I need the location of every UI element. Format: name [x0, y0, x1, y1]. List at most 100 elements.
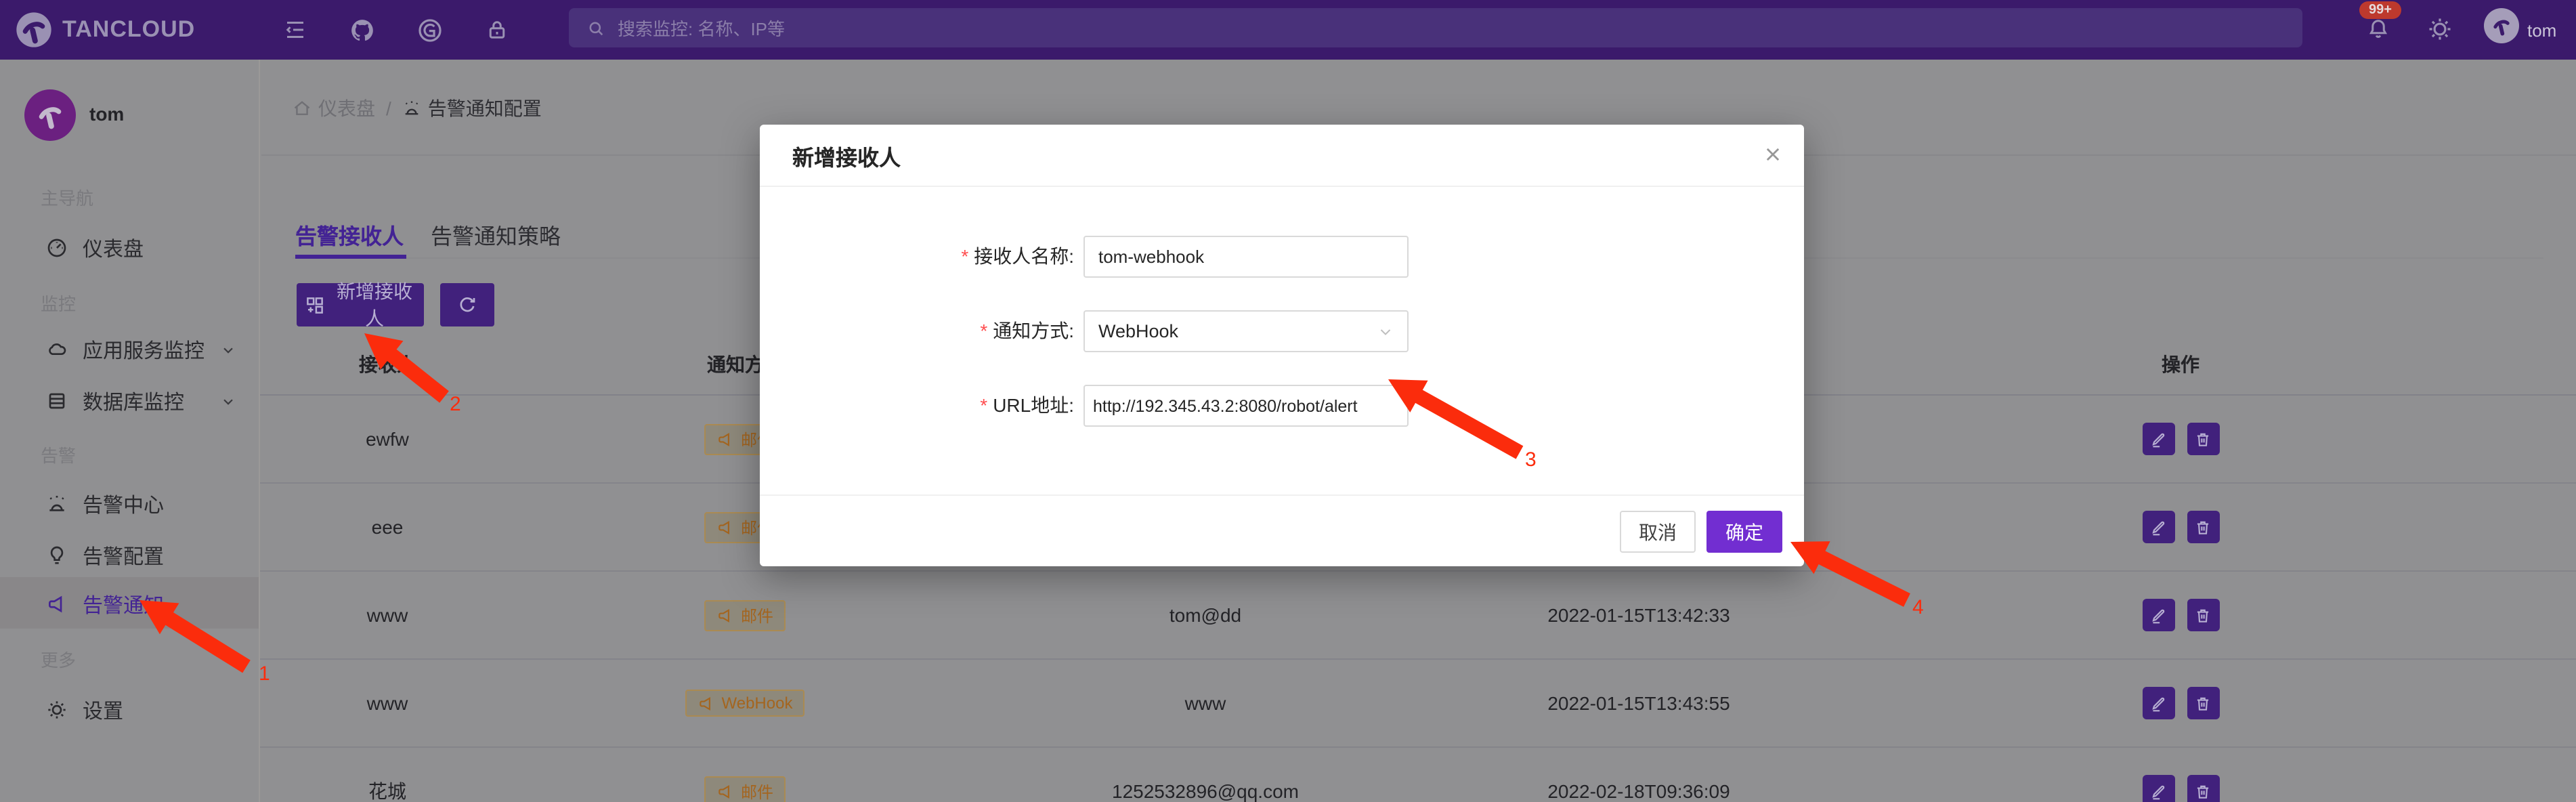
cell-receiver: www [260, 604, 515, 626]
add-receiver-button[interactable]: 新增接收人 [297, 283, 424, 326]
notify-method-select[interactable]: WebHook [1083, 310, 1409, 352]
megaphone-icon [716, 782, 734, 800]
refresh-icon [456, 294, 478, 316]
alarm-icon [46, 493, 68, 515]
sidebar-item-alert-config[interactable]: 告警配置 [0, 535, 260, 576]
delete-button[interactable] [2187, 511, 2219, 543]
chevron-down-icon [1377, 323, 1394, 339]
search-icon [586, 18, 605, 37]
cell-actions [1842, 511, 2576, 543]
cell-time: 2022-01-15T13:42:33 [1436, 604, 1842, 626]
sidebar-section-alert: 告警 [41, 442, 76, 467]
cell-method: WebHook [515, 690, 975, 717]
gear-icon [46, 699, 68, 721]
required-mark: * [980, 394, 987, 416]
tancloud-logo-icon [15, 11, 53, 49]
delete-button[interactable] [2187, 599, 2219, 631]
breadcrumb-home[interactable]: 仪表盘 [293, 95, 375, 122]
edit-button[interactable] [2142, 599, 2174, 631]
tab-receivers[interactable]: 告警接收人 [295, 218, 404, 251]
cell-receiver: eee [260, 516, 515, 538]
edit-button[interactable] [2142, 423, 2174, 455]
brand-text: TANCLOUD [62, 16, 195, 43]
cancel-button[interactable]: 取消 [1620, 511, 1696, 553]
notification-badge: 99+ [2359, 1, 2401, 19]
sidebar-item-dashboard[interactable]: 仪表盘 [0, 228, 260, 268]
url-input[interactable] [1085, 386, 1407, 425]
table-row: 花城邮件1252532896@qq.com2022-02-18T09:36:09 [260, 748, 2576, 802]
database-icon [46, 390, 68, 412]
sidebar-item-alert-center[interactable]: 告警中心 [0, 484, 260, 524]
delete-button[interactable] [2187, 775, 2219, 802]
cell-actions [1842, 599, 2576, 631]
github-icon[interactable] [349, 18, 375, 43]
megaphone-icon [46, 593, 68, 615]
cell-email: tom@dd [975, 604, 1436, 626]
method-tag: 邮件 [704, 776, 786, 802]
megaphone-icon [716, 518, 734, 536]
breadcrumb: 仪表盘 / 告警通知配置 [293, 95, 542, 122]
search-placeholder: 搜索监控: 名称、IP等 [618, 15, 785, 41]
bell-icon[interactable] [2366, 16, 2390, 41]
sidebar-username: tom [89, 103, 124, 125]
tab-policies[interactable]: 告警通知策略 [431, 218, 561, 251]
sidebar-item-settings[interactable]: 设置 [0, 690, 260, 730]
refresh-button[interactable] [440, 283, 494, 326]
gitee-icon[interactable] [417, 18, 443, 43]
table-row: wwwWebHookwww2022-01-15T13:43:55 [260, 660, 2576, 748]
megaphone-icon [697, 694, 715, 712]
edit-button[interactable] [2142, 687, 2174, 719]
edit-button[interactable] [2142, 511, 2174, 543]
cell-method: 邮件 [515, 776, 975, 802]
brand-logo[interactable]: TANCLOUD [15, 0, 195, 60]
gear-icon[interactable] [2427, 16, 2453, 42]
sidebar-section-more: 更多 [41, 646, 76, 672]
form-row-method: *通知方式: WebHook [760, 310, 1804, 352]
table-row: www邮件tom@dd2022-01-15T13:42:33 [260, 572, 2576, 660]
breadcrumb-current: 告警通知配置 [402, 95, 542, 122]
close-icon[interactable] [1763, 145, 1782, 164]
confirm-button[interactable]: 确定 [1706, 511, 1782, 553]
delete-button[interactable] [2187, 687, 2219, 719]
cell-time: 2022-02-18T09:36:09 [1436, 780, 1842, 802]
menu-fold-icon[interactable] [283, 18, 307, 42]
chevron-down-icon [221, 342, 236, 357]
cell-method: 邮件 [515, 599, 975, 631]
modal-footer: 取消 确定 [760, 494, 1804, 566]
header-actions: 操作 [1842, 351, 2576, 378]
breadcrumb-separator: / [386, 98, 391, 119]
receiver-name-input[interactable] [1085, 237, 1407, 276]
search-input[interactable]: 搜索监控: 名称、IP等 [569, 8, 2302, 47]
sidebar-item-alert-notice[interactable]: 告警通知 [0, 584, 260, 625]
sidebar: tom 主导航 仪表盘 监控 应用服务监控 数据库监控 告警 告警中心 告警配置 [0, 60, 260, 802]
megaphone-icon [716, 606, 734, 624]
user-avatar[interactable] [2484, 8, 2519, 43]
cell-receiver: www [260, 692, 515, 714]
chevron-down-icon [221, 394, 236, 408]
app: TANCLOUD 搜索监控: 名称、IP等 99+ tom [0, 0, 2576, 802]
sidebar-item-app-service[interactable]: 应用服务监控 [0, 329, 260, 370]
bulb-icon [46, 545, 68, 566]
dashboard-icon [46, 237, 68, 259]
required-mark: * [961, 245, 968, 267]
sidebar-item-database[interactable]: 数据库监控 [0, 381, 260, 421]
cloud-icon [46, 339, 68, 360]
tab-active-indicator [295, 255, 406, 259]
modal-title: 新增接收人 [792, 139, 901, 171]
cell-email: 1252532896@qq.com [975, 780, 1436, 802]
form-row-url: *URL地址: [760, 385, 1804, 427]
topbar: TANCLOUD 搜索监控: 名称、IP等 99+ tom [0, 0, 2576, 60]
method-tag: WebHook [685, 690, 805, 717]
form-row-name: *接收人名称: [760, 236, 1804, 278]
cell-email: www [975, 692, 1436, 714]
delete-button[interactable] [2187, 423, 2219, 455]
appstore-add-icon [305, 295, 325, 315]
edit-button[interactable] [2142, 775, 2174, 802]
sidebar-avatar[interactable] [24, 89, 76, 141]
notify-method-label: *通知方式: [760, 310, 1074, 352]
alarm-icon [402, 99, 421, 118]
megaphone-icon [716, 430, 734, 448]
receiver-name-label: *接收人名称: [760, 236, 1074, 278]
home-icon [293, 99, 312, 118]
lock-icon[interactable] [485, 18, 509, 42]
